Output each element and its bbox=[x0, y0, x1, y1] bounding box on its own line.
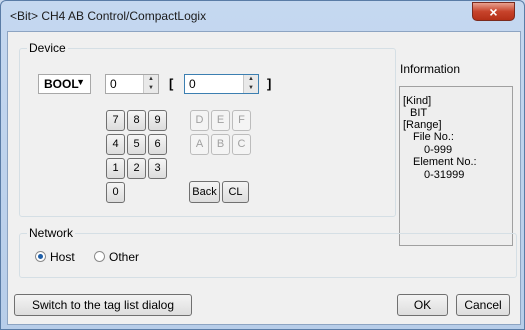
title-bar[interactable]: <Bit> CH4 AB Control/CompactLogix × bbox=[1, 1, 524, 29]
information-heading: Information bbox=[400, 62, 461, 76]
key-f[interactable]: F bbox=[232, 110, 251, 131]
host-radio[interactable] bbox=[35, 251, 46, 262]
spin-down-icon[interactable]: ▼ bbox=[244, 84, 258, 93]
info-file-range: 0-999 bbox=[424, 144, 453, 156]
close-bracket: ] bbox=[267, 76, 272, 91]
window-title: <Bit> CH4 AB Control/CompactLogix bbox=[10, 9, 207, 23]
key-1[interactable]: 1 bbox=[106, 158, 125, 179]
info-element-range: 0-31999 bbox=[424, 169, 465, 181]
file-number-value: 0 bbox=[110, 77, 117, 91]
key-6[interactable]: 6 bbox=[148, 134, 167, 155]
close-icon: × bbox=[489, 4, 498, 20]
clear-button[interactable]: CL bbox=[222, 181, 249, 203]
key-2[interactable]: 2 bbox=[127, 158, 146, 179]
close-button[interactable]: × bbox=[472, 2, 515, 21]
key-5[interactable]: 5 bbox=[127, 134, 146, 155]
switch-to-tag-list-button[interactable]: Switch to the tag list dialog bbox=[14, 294, 192, 316]
cancel-button[interactable]: Cancel bbox=[456, 294, 510, 316]
key-e[interactable]: E bbox=[211, 110, 230, 131]
element-number-value: 0 bbox=[189, 77, 196, 91]
other-radio[interactable] bbox=[94, 251, 105, 262]
spin-down-icon[interactable]: ▼ bbox=[144, 84, 158, 93]
key-c[interactable]: C bbox=[232, 134, 251, 155]
device-type-value: BOOL bbox=[44, 77, 79, 91]
chevron-down-icon: ▼ bbox=[76, 77, 85, 87]
info-range-label: [Range] bbox=[403, 119, 442, 131]
element-number-spin-buttons: ▲ ▼ bbox=[243, 75, 258, 93]
info-element-label: Element No.: bbox=[413, 156, 477, 168]
key-a[interactable]: A bbox=[190, 134, 209, 155]
key-b[interactable]: B bbox=[211, 134, 230, 155]
host-radio-label[interactable]: Host bbox=[50, 250, 75, 264]
information-panel: [Kind] BIT [Range] File No.: 0-999 Eleme… bbox=[399, 86, 513, 246]
info-kind-value: BIT bbox=[410, 107, 428, 119]
key-d[interactable]: D bbox=[190, 110, 209, 131]
device-group-label: Device bbox=[27, 41, 68, 55]
open-bracket: [ bbox=[169, 76, 174, 91]
info-kind-label: [Kind] bbox=[403, 95, 432, 107]
key-9[interactable]: 9 bbox=[148, 110, 167, 131]
key-8[interactable]: 8 bbox=[127, 110, 146, 131]
ok-button[interactable]: OK bbox=[397, 294, 448, 316]
file-number-spin-buttons: ▲ ▼ bbox=[143, 75, 158, 93]
network-group-label: Network bbox=[27, 226, 76, 240]
dialog-window: <Bit> CH4 AB Control/CompactLogix × Devi… bbox=[0, 0, 525, 330]
device-type-dropdown[interactable]: BOOL ▼ bbox=[38, 74, 91, 94]
file-number-spinbox[interactable]: 0 ▲ ▼ bbox=[105, 74, 159, 94]
key-0[interactable]: 0 bbox=[106, 182, 125, 203]
back-button[interactable]: Back bbox=[189, 181, 220, 203]
element-number-spinbox[interactable]: 0 ▲ ▼ bbox=[184, 74, 259, 94]
key-7[interactable]: 7 bbox=[106, 110, 125, 131]
info-file-label: File No.: bbox=[413, 131, 454, 143]
other-radio-label[interactable]: Other bbox=[109, 250, 139, 264]
key-3[interactable]: 3 bbox=[148, 158, 167, 179]
key-4[interactable]: 4 bbox=[106, 134, 125, 155]
dialog-client-area: Device BOOL ▼ 0 ▲ ▼ [ 0 ▲ ▼ ] 7 8 9 4 5 … bbox=[7, 31, 521, 325]
